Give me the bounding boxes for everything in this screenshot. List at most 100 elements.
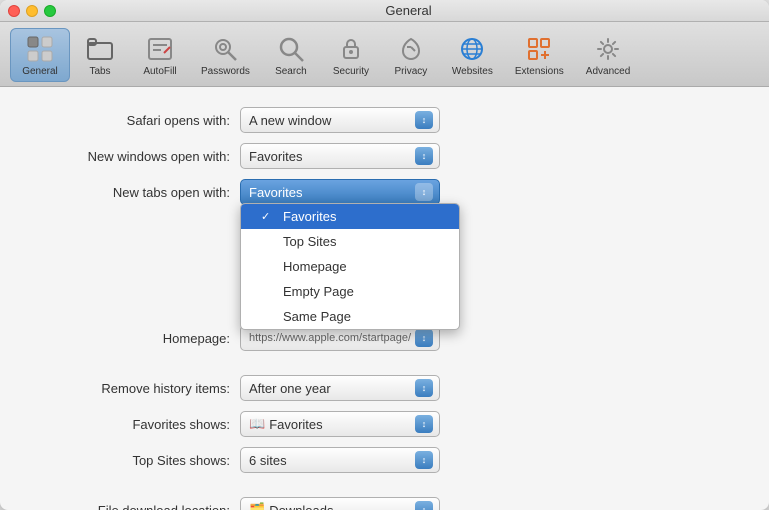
new-windows-arrow: ↕ [415, 147, 433, 165]
favorites-shows-label: Favorites shows: [20, 417, 240, 432]
toolbar-item-tabs[interactable]: Tabs [70, 28, 130, 82]
tabs-label: Tabs [89, 66, 110, 77]
toolbar-item-websites[interactable]: Websites [441, 28, 504, 82]
extensions-label: Extensions [515, 66, 564, 77]
new-tabs-dropdown[interactable]: Favorites ↕ [240, 179, 440, 205]
window-title: General [56, 3, 761, 18]
new-windows-dropdown[interactable]: Favorites ↕ [240, 143, 440, 169]
content-area: Safari opens with: A new window ↕ New wi… [0, 87, 769, 510]
new-tabs-popup: ✓ Favorites Top Sites Homepage Empty Pag… [240, 203, 460, 330]
top-sites-value: 6 sites [249, 453, 415, 468]
tabs-icon [84, 33, 116, 65]
file-download-label: File download location: [20, 503, 240, 510]
file-download-row: File download location: 🗂️ Downloads ↕ [20, 497, 749, 510]
popup-item-samepage[interactable]: Same Page [241, 304, 459, 329]
file-download-arrow: ↕ [415, 501, 433, 510]
favorites-shows-dropdown[interactable]: 📖 Favorites ↕ [240, 411, 440, 437]
autofill-label: AutoFill [143, 66, 176, 77]
toolbar-item-privacy[interactable]: Privacy [381, 28, 441, 82]
new-windows-value: Favorites [249, 149, 415, 164]
remove-history-value: After one year [249, 381, 415, 396]
spacer-1 [20, 361, 749, 375]
top-sites-dropdown[interactable]: 6 sites ↕ [240, 447, 440, 473]
popup-item-emptypage[interactable]: Empty Page [241, 279, 459, 304]
safari-preferences-window: General General Tabs [0, 0, 769, 510]
popup-item-favorites-label: Favorites [283, 209, 336, 224]
privacy-label: Privacy [395, 66, 428, 77]
close-button[interactable] [8, 5, 20, 17]
homepage-arrow: ↕ [415, 329, 433, 347]
titlebar: General [0, 0, 769, 22]
safari-opens-with-arrow: ↕ [415, 111, 433, 129]
minimize-button[interactable] [26, 5, 38, 17]
remove-history-dropdown[interactable]: After one year ↕ [240, 375, 440, 401]
toolbar-item-autofill[interactable]: AutoFill [130, 28, 190, 82]
new-tabs-row: New tabs open with: Favorites ↕ ✓ Favori… [20, 179, 749, 205]
new-tabs-value: Favorites [249, 185, 415, 200]
check-icon-favorites: ✓ [261, 210, 275, 223]
toolbar-item-passwords[interactable]: Passwords [190, 28, 261, 82]
top-sites-label: Top Sites shows: [20, 453, 240, 468]
remove-history-label: Remove history items: [20, 381, 240, 396]
toolbar-item-security[interactable]: Security [321, 28, 381, 82]
folder-icon: 🗂️ [249, 502, 265, 510]
websites-icon [456, 33, 488, 65]
safari-opens-with-control: A new window ↕ [240, 107, 440, 133]
toolbar-item-advanced[interactable]: Advanced [575, 28, 641, 82]
safari-opens-with-dropdown[interactable]: A new window ↕ [240, 107, 440, 133]
privacy-icon [395, 33, 427, 65]
search-icon [275, 33, 307, 65]
safari-opens-with-value: A new window [249, 113, 415, 128]
general-label: General [22, 66, 58, 77]
new-tabs-arrow: ↕ [415, 183, 433, 201]
favorites-shows-control: 📖 Favorites ↕ [240, 411, 440, 437]
popup-item-emptypage-label: Empty Page [283, 284, 354, 299]
advanced-label: Advanced [586, 66, 630, 77]
toolbar-item-search[interactable]: Search [261, 28, 321, 82]
file-download-value: Downloads [269, 503, 415, 510]
popup-item-topsites-label: Top Sites [283, 234, 336, 249]
favorites-shows-row: Favorites shows: 📖 Favorites ↕ [20, 411, 749, 437]
top-sites-row: Top Sites shows: 6 sites ↕ [20, 447, 749, 473]
homepage-value: https://www.apple.com/startpage/ [249, 332, 415, 344]
spacer-2 [20, 483, 749, 497]
extensions-icon [523, 33, 555, 65]
popup-item-topsites[interactable]: Top Sites [241, 229, 459, 254]
autofill-icon [144, 33, 176, 65]
popup-item-homepage[interactable]: Homepage [241, 254, 459, 279]
favorites-shows-value: Favorites [269, 417, 415, 432]
popup-item-samepage-label: Same Page [283, 309, 351, 324]
toolbar-item-general[interactable]: General [10, 28, 70, 82]
search-label: Search [275, 66, 307, 77]
maximize-button[interactable] [44, 5, 56, 17]
new-windows-label: New windows open with: [20, 149, 240, 164]
popup-item-homepage-label: Homepage [283, 259, 347, 274]
security-label: Security [333, 66, 369, 77]
new-tabs-label: New tabs open with: [20, 185, 240, 200]
remove-history-arrow: ↕ [415, 379, 433, 397]
remove-history-row: Remove history items: After one year ↕ [20, 375, 749, 401]
passwords-icon [209, 33, 241, 65]
toolbar: General Tabs AutoFill [0, 22, 769, 87]
passwords-label: Passwords [201, 66, 250, 77]
top-sites-arrow: ↕ [415, 451, 433, 469]
advanced-icon [592, 33, 624, 65]
safari-opens-with-label: Safari opens with: [20, 113, 240, 128]
file-download-control: 🗂️ Downloads ↕ [240, 497, 440, 510]
security-icon [335, 33, 367, 65]
websites-label: Websites [452, 66, 493, 77]
new-tabs-control: Favorites ↕ ✓ Favorites Top Sites [240, 179, 440, 205]
homepage-label: Homepage: [20, 331, 240, 346]
general-icon [24, 33, 56, 65]
remove-history-control: After one year ↕ [240, 375, 440, 401]
popup-item-favorites[interactable]: ✓ Favorites [241, 204, 459, 229]
favorites-shows-arrow: ↕ [415, 415, 433, 433]
new-windows-control: Favorites ↕ [240, 143, 440, 169]
toolbar-item-extensions[interactable]: Extensions [504, 28, 575, 82]
new-windows-row: New windows open with: Favorites ↕ [20, 143, 749, 169]
safari-opens-with-row: Safari opens with: A new window ↕ [20, 107, 749, 133]
top-sites-control: 6 sites ↕ [240, 447, 440, 473]
file-download-dropdown[interactable]: 🗂️ Downloads ↕ [240, 497, 440, 510]
traffic-lights [8, 5, 56, 17]
favorites-book-icon: 📖 [249, 416, 265, 432]
